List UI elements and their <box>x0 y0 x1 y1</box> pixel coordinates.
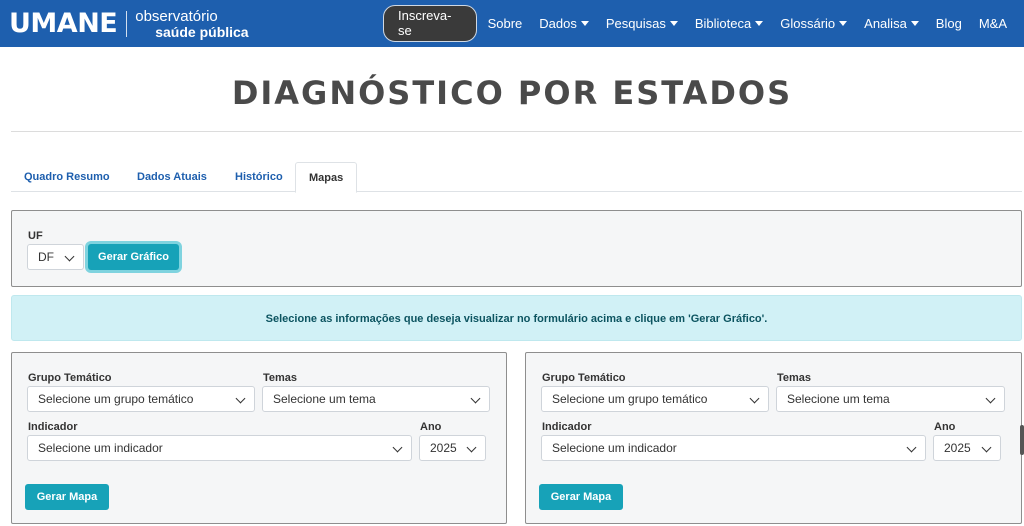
ano-select[interactable]: 2025 <box>933 435 1001 461</box>
nav-biblioteca[interactable]: Biblioteca <box>694 16 764 31</box>
map-panel-right: Grupo Temático Selecione um grupo temáti… <box>525 352 1022 524</box>
temas-select[interactable]: Selecione um tema <box>262 386 490 412</box>
tab-mapas[interactable]: Mapas <box>295 162 358 193</box>
caret-down-icon <box>910 21 919 26</box>
chevron-down-icon <box>981 442 992 453</box>
nav-ma[interactable]: M&A <box>979 16 1007 31</box>
chevron-down-icon <box>466 442 477 453</box>
chevron-down-icon <box>985 393 996 404</box>
temas-label: Temas <box>263 372 298 384</box>
uf-form-card: UF DF Gerar Gráfico <box>11 210 1022 287</box>
indicador-value: Selecione um indicador <box>38 441 163 455</box>
caret-down-icon <box>755 21 764 26</box>
tab-quadro-resumo[interactable]: Quadro Resumo <box>11 162 123 192</box>
caret-down-icon <box>669 21 678 26</box>
grupo-tematico-value: Selecione um grupo temático <box>38 392 194 406</box>
tab-dados-atuais[interactable]: Dados Atuais <box>124 162 220 192</box>
brand-logo[interactable]: UMANE <box>9 10 118 37</box>
brand-divider <box>126 10 128 37</box>
chevron-down-icon <box>470 393 481 404</box>
grupo-tematico-label: Grupo Temático <box>542 372 626 384</box>
caret-down-icon <box>580 21 589 26</box>
scrollbar-thumb[interactable] <box>1020 425 1024 455</box>
ano-label: Ano <box>934 421 956 433</box>
uf-select[interactable]: DF <box>27 244 84 270</box>
nav-blog-label: Blog <box>935 16 962 31</box>
gerar-grafico-button[interactable]: Gerar Gráfico <box>88 244 179 270</box>
nav-dados[interactable]: Dados <box>539 16 589 31</box>
title-divider <box>11 131 1022 132</box>
temas-label: Temas <box>777 372 812 384</box>
uf-label: UF <box>28 230 43 242</box>
nav-sobre[interactable]: Sobre <box>488 16 523 31</box>
nav-pesquisas[interactable]: Pesquisas <box>606 16 678 31</box>
uf-select-value: DF <box>38 250 54 264</box>
page-title: DIAGNÓSTICO POR ESTADOS <box>231 74 793 112</box>
nav-biblioteca-label: Biblioteca <box>694 16 752 31</box>
top-navbar: UMANE observatório saúde pública Inscrev… <box>0 0 1024 47</box>
map-panel-left: Grupo Temático Selecione um grupo temáti… <box>11 352 507 524</box>
indicador-label: Indicador <box>28 421 78 433</box>
indicador-select[interactable]: Selecione um indicador <box>27 435 412 461</box>
main-nav: Inscreva-se Sobre Dados Pesquisas Biblio… <box>383 0 1024 47</box>
grupo-tematico-label: Grupo Temático <box>28 372 112 384</box>
tab-historico[interactable]: Histórico <box>222 162 296 192</box>
info-alert: Selecione as informações que deseja visu… <box>11 295 1022 341</box>
ano-value: 2025 <box>944 441 971 455</box>
ano-select[interactable]: 2025 <box>419 435 486 461</box>
gerar-mapa-button[interactable]: Gerar Mapa <box>25 484 109 510</box>
brand-text: observatório saúde pública <box>135 9 248 39</box>
ano-value: 2025 <box>430 441 457 455</box>
ano-label: Ano <box>420 421 442 433</box>
nav-analisa[interactable]: Analisa <box>864 16 919 31</box>
indicador-value: Selecione um indicador <box>552 441 677 455</box>
nav-blog[interactable]: Blog <box>936 16 962 31</box>
temas-select[interactable]: Selecione um tema <box>776 386 1005 412</box>
grupo-tematico-select[interactable]: Selecione um grupo temático <box>541 386 769 412</box>
temas-value: Selecione um tema <box>273 392 376 406</box>
indicador-select[interactable]: Selecione um indicador <box>541 435 926 461</box>
brand-line-2: saúde pública <box>155 23 249 40</box>
nav-glossario[interactable]: Glossário <box>780 16 848 31</box>
tab-bar: Quadro Resumo Dados Atuais Histórico Map… <box>11 162 1022 193</box>
chevron-down-icon <box>392 442 403 453</box>
nav-ma-label: M&A <box>978 16 1007 31</box>
chevron-down-icon <box>64 251 75 262</box>
caret-down-icon <box>839 21 848 26</box>
chevron-down-icon <box>749 393 760 404</box>
grupo-tematico-value: Selecione um grupo temático <box>552 392 708 406</box>
brand[interactable]: UMANE observatório saúde pública <box>9 9 249 39</box>
nav-pesquisas-label: Pesquisas <box>605 16 666 31</box>
nav-analisa-label: Analisa <box>864 16 907 31</box>
indicador-label: Indicador <box>542 421 592 433</box>
grupo-tematico-select[interactable]: Selecione um grupo temático <box>27 386 255 412</box>
brand-line-1: observatório <box>135 7 218 25</box>
nav-glossario-label: Glossário <box>780 16 836 31</box>
subscribe-button[interactable]: Inscreva-se <box>383 5 477 42</box>
chevron-down-icon <box>906 442 917 453</box>
nav-sobre-label: Sobre <box>487 16 523 31</box>
nav-dados-label: Dados <box>539 16 577 31</box>
gerar-mapa-button[interactable]: Gerar Mapa <box>539 484 623 510</box>
temas-value: Selecione um tema <box>787 392 890 406</box>
chevron-down-icon <box>235 393 246 404</box>
